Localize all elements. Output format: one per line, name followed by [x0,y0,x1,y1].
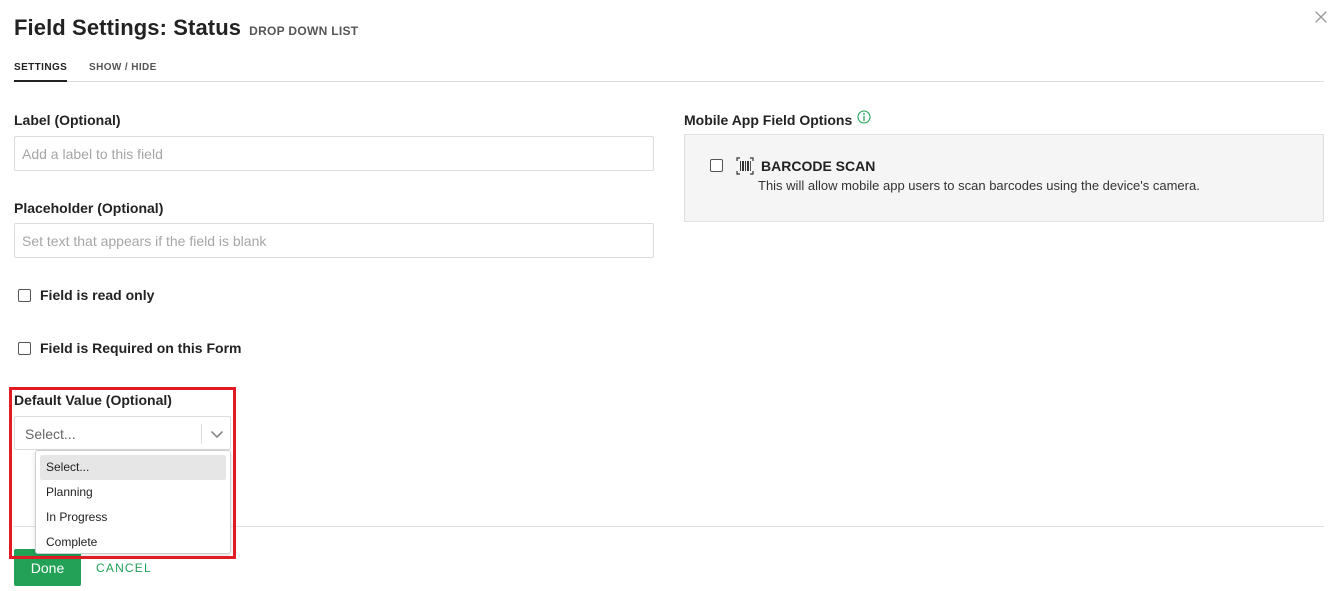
tab-show-hide[interactable]: SHOW / HIDE [89,62,157,73]
placeholder-field-label: Placeholder (Optional) [14,200,164,216]
mobile-options-header: Mobile App Field Options [684,110,871,129]
placeholder-input[interactable] [14,223,654,258]
select-current-value: Select... [25,426,76,442]
page-title: Field Settings: Status [14,15,242,40]
label-field-label: Label (Optional) [14,112,121,128]
dropdown-option-planning[interactable]: Planning [40,480,226,505]
read-only-option[interactable]: Field is read only [18,287,154,303]
tab-settings[interactable]: SETTINGS [14,62,68,82]
read-only-label: Field is read only [40,287,155,303]
mobile-options-panel: BARCODE SCAN This will allow mobile app … [684,134,1324,222]
label-input[interactable] [14,136,654,171]
field-type-label: DROP DOWN LIST [249,24,359,38]
barcode-scan-title: BARCODE SCAN [761,158,876,174]
barcode-scan-description: This will allow mobile app users to scan… [758,178,1200,193]
default-value-dropdown-menu: Select... Planning In Progress Complete [35,450,231,554]
required-label: Field is Required on this Form [40,340,242,356]
tab-bar: SETTINGS SHOW / HIDE [14,56,1324,82]
close-icon[interactable] [1312,8,1330,26]
dropdown-option-in-progress[interactable]: In Progress [40,505,226,530]
dropdown-option-select[interactable]: Select... [40,455,226,480]
dropdown-option-complete[interactable]: Complete [40,530,226,555]
header: Field Settings: Status DROP DOWN LIST [14,15,358,41]
default-value-label: Default Value (Optional) [14,392,172,408]
barcode-scan-checkbox[interactable] [710,159,723,172]
select-separator [201,424,202,444]
read-only-checkbox[interactable] [18,288,31,302]
field-settings-dialog: Field Settings: Status DROP DOWN LIST SE… [0,0,1336,591]
barcode-icon [736,157,754,180]
mobile-options-title: Mobile App Field Options [684,111,853,128]
default-value-select[interactable]: Select... [14,416,231,450]
cancel-button[interactable]: CANCEL [96,561,152,575]
required-option[interactable]: Field is Required on this Form [18,340,241,356]
required-checkbox[interactable] [18,341,31,355]
info-circle-icon[interactable] [857,110,871,129]
chevron-down-icon[interactable] [210,427,224,446]
